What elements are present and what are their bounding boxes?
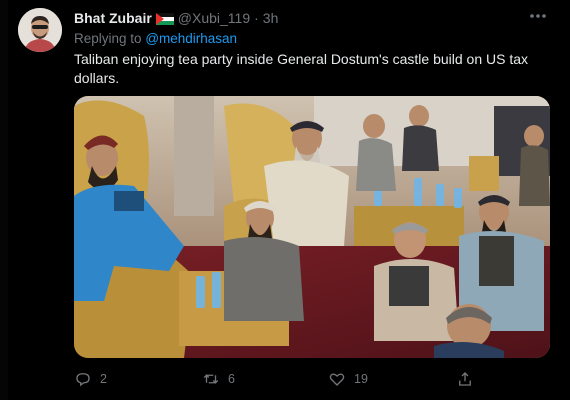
reply-action[interactable]: 2 (74, 370, 107, 388)
replying-to-label: Replying to (74, 31, 142, 46)
retweet-icon (203, 374, 219, 384)
like-action[interactable]: 19 (328, 370, 368, 388)
author-handle[interactable]: @Xubi_119 (178, 10, 250, 26)
separator-dot: · (254, 10, 259, 26)
tweet-actions: 2 6 19 (74, 370, 494, 392)
retweet-action[interactable]: 6 (202, 370, 235, 388)
avatar-image (18, 8, 62, 52)
retweet-count: 6 (228, 372, 235, 386)
tweet-media[interactable] (74, 96, 550, 358)
video-frame (74, 96, 550, 358)
reply-count: 2 (100, 372, 107, 386)
replying-to-mention[interactable]: @mehdirhasan (145, 31, 237, 46)
share-action[interactable] (456, 370, 474, 388)
more-dots-icon[interactable] (528, 6, 548, 31)
timestamp[interactable]: 3h (263, 10, 279, 26)
tweet-text: Taliban enjoying tea party inside Genera… (74, 51, 529, 86)
like-count: 19 (354, 372, 368, 386)
palestine-flag-icon (155, 12, 174, 25)
avatar[interactable] (18, 8, 62, 52)
tweet[interactable]: Bhat Zubair @Xubi_119 · 3h Replying to @… (0, 0, 570, 400)
heart-icon (329, 373, 345, 386)
replying-to: Replying to @mehdirhasan (74, 31, 237, 46)
tweet-header: Bhat Zubair @Xubi_119 · 3h (74, 10, 278, 26)
author-name[interactable]: Bhat Zubair (74, 10, 152, 26)
share-icon (459, 372, 471, 386)
reply-icon (76, 373, 90, 387)
